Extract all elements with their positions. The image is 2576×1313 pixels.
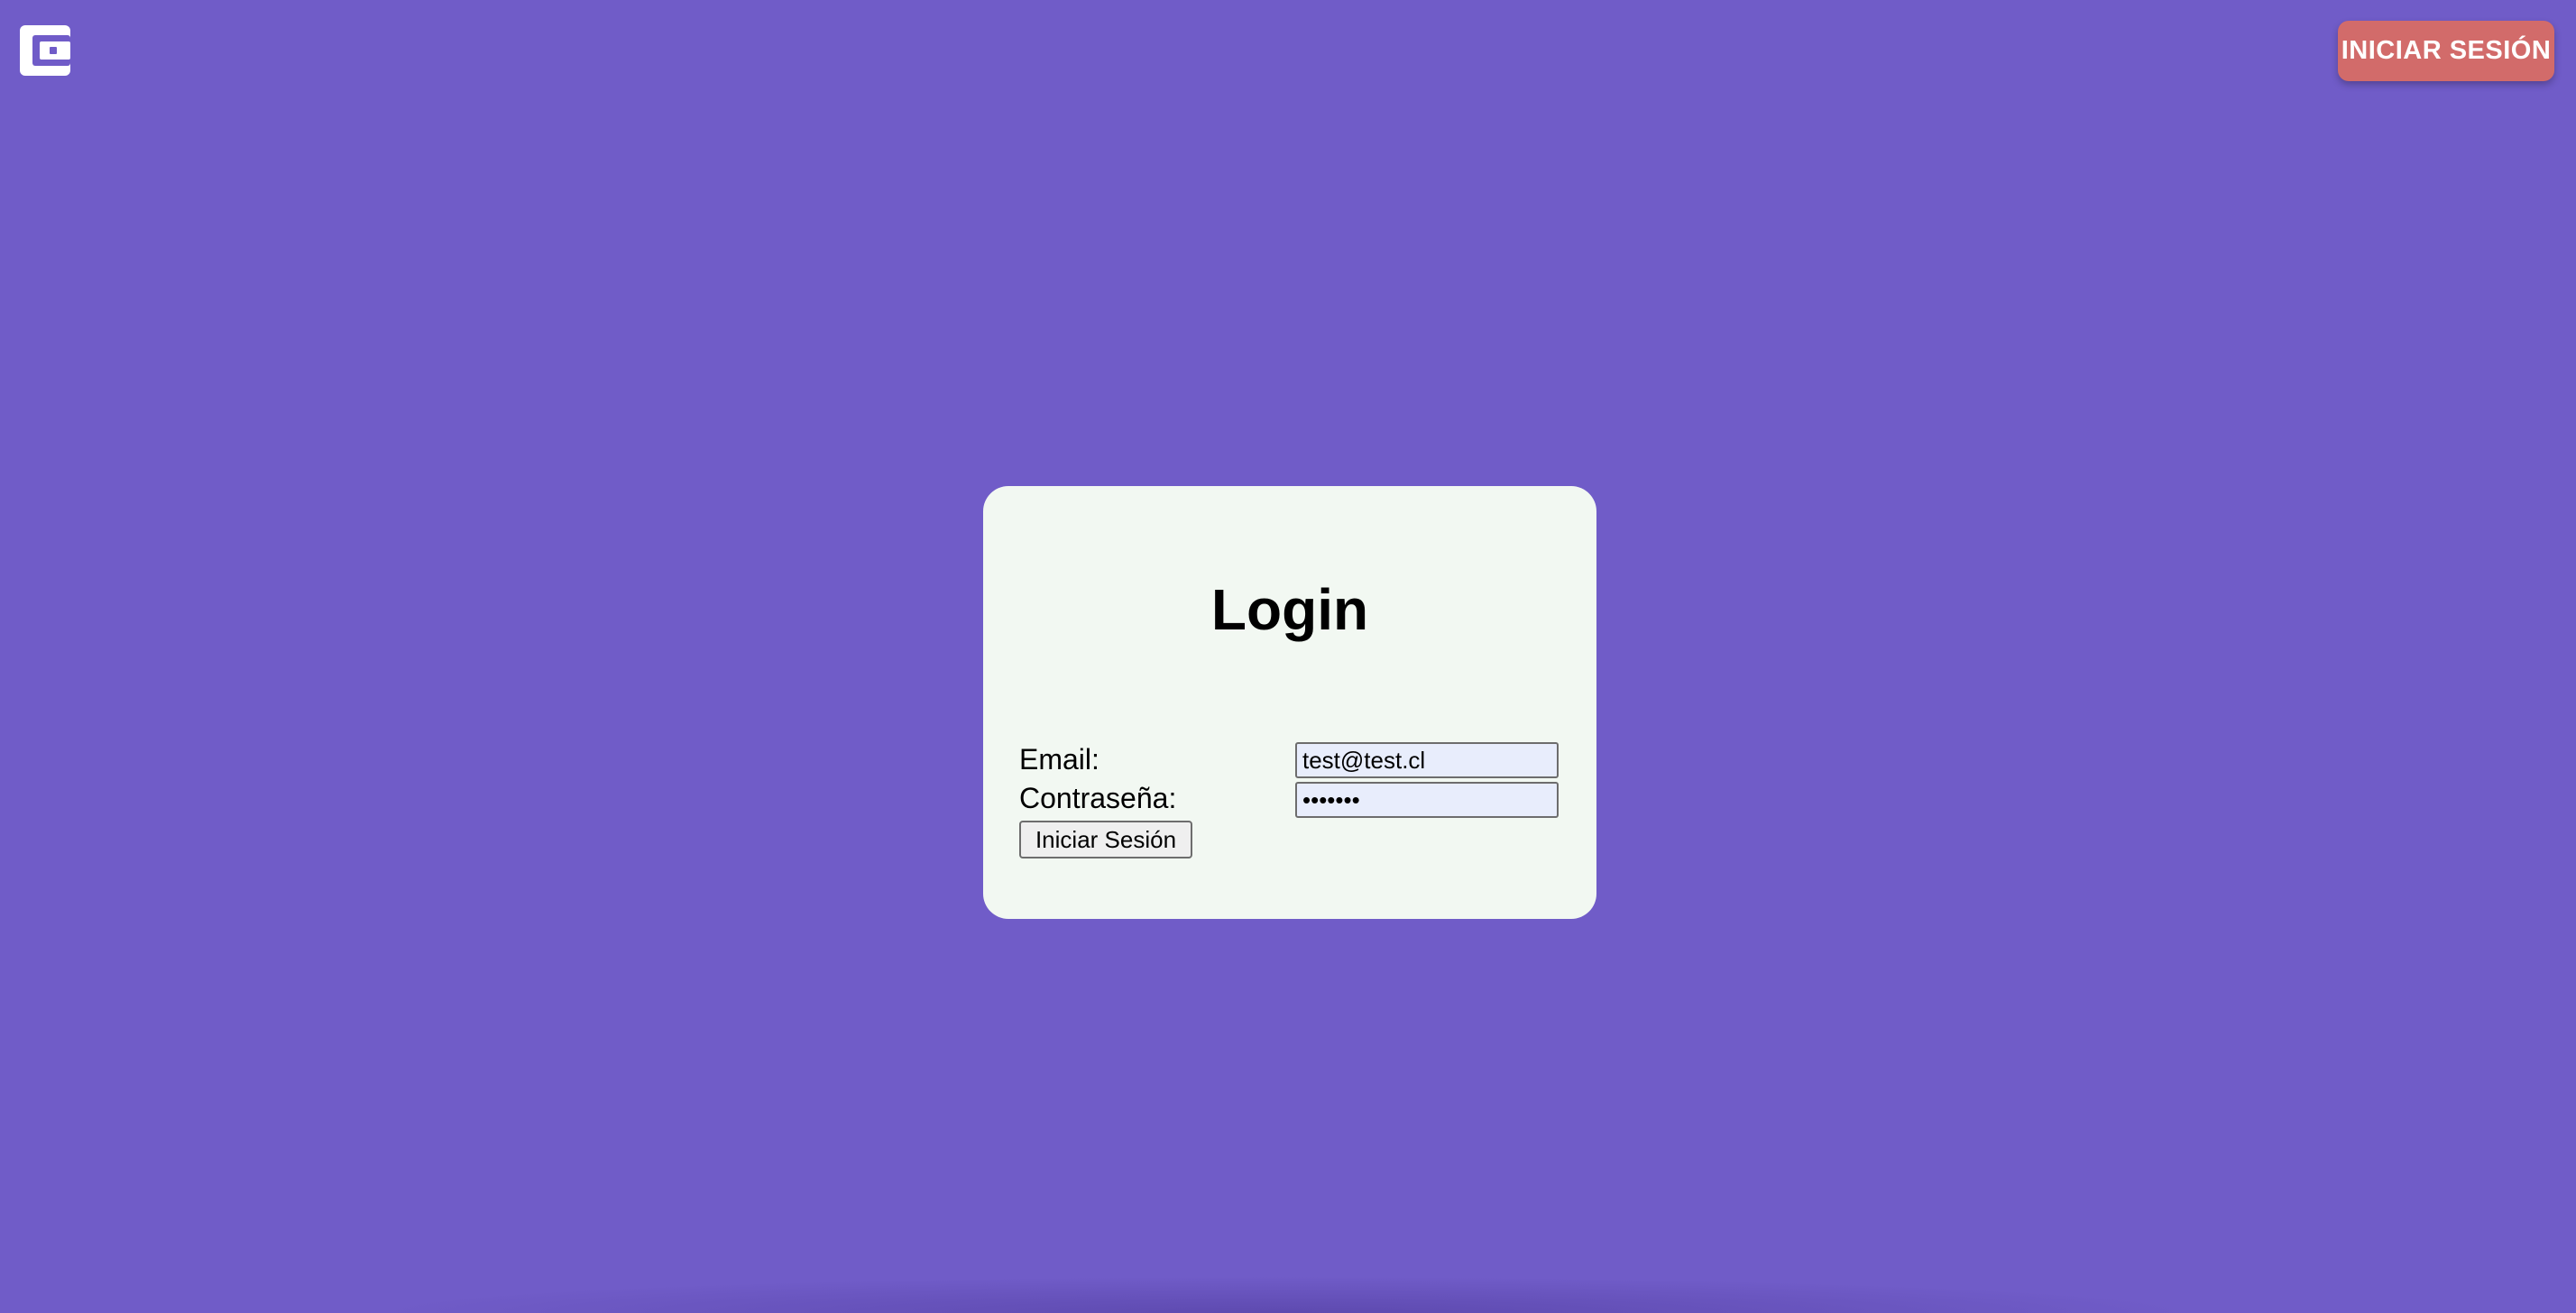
wallet-icon[interactable] xyxy=(20,25,70,76)
header-login-button[interactable]: INICIAR SESIÓN xyxy=(2338,21,2554,81)
email-field[interactable] xyxy=(1295,742,1559,778)
email-label: Email: xyxy=(1019,743,1099,776)
login-card: Login Email: Contraseña: Iniciar Sesión xyxy=(983,486,1596,919)
page-background: INICIAR SESIÓN Login Email: Contraseña: … xyxy=(0,0,2576,1313)
password-field[interactable] xyxy=(1295,782,1559,818)
bottom-shadow xyxy=(361,1276,2210,1313)
password-label: Contraseña: xyxy=(1019,782,1177,814)
submit-login-button[interactable]: Iniciar Sesión xyxy=(1019,821,1192,858)
login-title: Login xyxy=(1210,577,1369,642)
